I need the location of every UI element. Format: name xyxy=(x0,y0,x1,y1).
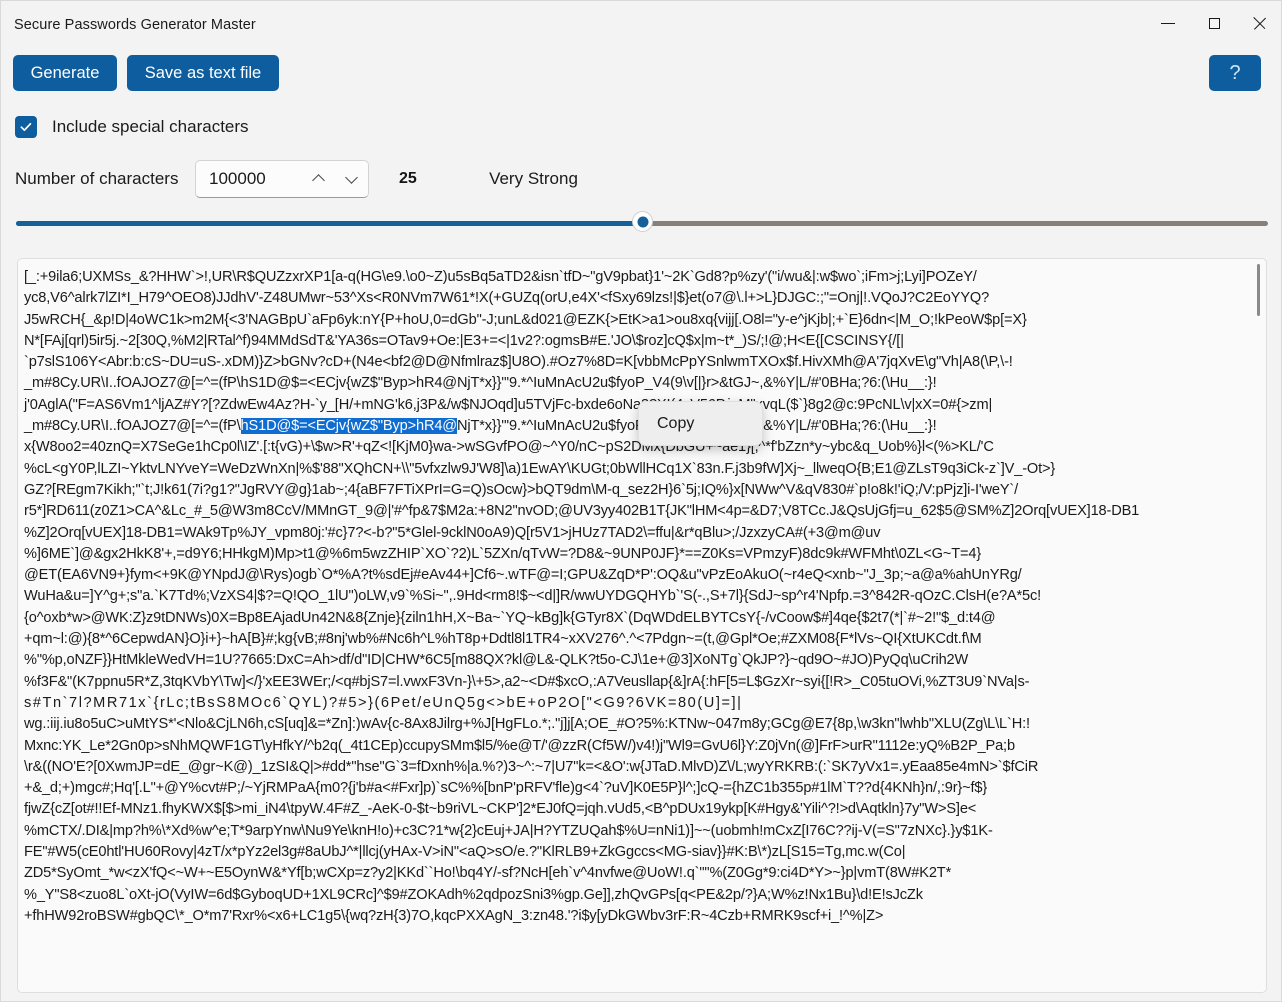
password-line: wg.:iij.iu8o5uC>uMtYS*'<Nlo&CjLN6h,cS[uq… xyxy=(24,716,1030,733)
slider-thumb[interactable] xyxy=(632,211,653,232)
password-line: +&_d;+)mgc#;Hq'[.L"+@Y%cvt#P;/~YjRMPaA{m… xyxy=(24,780,988,797)
window-title: Secure Passwords Generator Master xyxy=(14,17,256,33)
password-line: \r&((NO'E?[0XwmJP=dE_@gr~K@)_1zSI&Q|>#dd… xyxy=(24,758,1039,775)
password-line: fjwZ{cZ[ot#!!Ef-MNz1.fhyKWX$[$>mi_iN4\tp… xyxy=(24,801,977,818)
password-line: %mCTX/.DI&|mp?h%\*Xd%w^e;T*9arpYnw\Nu9Ye… xyxy=(24,822,993,839)
password-line: %f3F&"(K7ppnu5R*Z,3tqKVbY\Tw]</}'xEE3WEr… xyxy=(24,673,1030,690)
password-line: WuHa&u=]Y^g+;s"a.`K7Td%;VzXS4|$?=Q!QO_1l… xyxy=(24,588,1042,605)
checkmark-icon xyxy=(20,122,32,132)
number-of-characters-input[interactable]: 100000 xyxy=(209,169,302,189)
password-output-textbox[interactable]: [_:+9ila6;UXMSs_&?HHW`>!,UR\R$QUZzxrXP1[… xyxy=(17,258,1267,993)
close-icon xyxy=(1253,16,1267,30)
password-line: `p7slS106Y<Abr:b:cS~DU=uS-.xDM)}Z>bGNv?c… xyxy=(24,354,1013,371)
password-line: %"%p,oNZF}}HtMkleWedVH=1U?7665:DxC=Ah>df… xyxy=(24,652,969,669)
slider-fill xyxy=(16,221,642,226)
password-line: +fhHW92roBSW#gbQC\*_O*m7'Rxr%<x6+LC1g5\{… xyxy=(24,907,884,924)
number-of-characters-stepper[interactable]: 100000 xyxy=(195,160,369,198)
context-menu[interactable]: Copy xyxy=(638,401,763,446)
password-line: [_:+9ila6;UXMSs_&?HHW`>!,UR\R$QUZzxrXP1[… xyxy=(24,269,977,285)
password-line: N*[FAj[qrl)5ir5j.~2[30Q,%M2|RTal^f)94MMd… xyxy=(24,332,904,349)
minimize-button[interactable] xyxy=(1145,1,1191,45)
password-line: yc8,V6^alrk7lZI*I_H79^OEO8)JJdhV'-Z48UMw… xyxy=(24,290,990,307)
scrollbar-thumb[interactable] xyxy=(1257,264,1260,316)
chevron-up-icon xyxy=(313,173,325,185)
chevron-down-icon xyxy=(346,173,358,185)
include-special-characters-checkbox[interactable] xyxy=(15,116,37,138)
save-as-text-file-button[interactable]: Save as text file xyxy=(127,55,279,91)
password-line: Mxnc:YK_Le*2Gn0p>sNhMQWF1GT\yHfkY/^b2q(_… xyxy=(24,737,1015,754)
include-special-characters-row[interactable]: Include special characters xyxy=(15,115,249,139)
stepper-increment-button[interactable] xyxy=(302,162,335,196)
maximize-button[interactable] xyxy=(1191,1,1237,45)
password-line: %_Y"S8<zuo8L`oXt-jO(VyIW=6d$GyboqUD+1XL9… xyxy=(24,886,923,903)
password-line: ZD5*SyOmt_*w<zX'fQ<~W+~E5OynW&*Yf[b;wCXp… xyxy=(24,865,952,882)
window-controls xyxy=(1145,1,1281,45)
password-line: J5wRCH{_&p!D|4oWC1k>m2M{<3'NAGBpU`aFp6yk… xyxy=(24,311,1027,328)
password-strength-label: Very Strong xyxy=(489,169,578,188)
number-of-characters-label: Number of characters xyxy=(15,169,179,188)
help-button[interactable]: ? xyxy=(1209,55,1261,91)
context-menu-item-copy[interactable]: Copy xyxy=(657,415,694,433)
app-window: Secure Passwords Generator Master Genera… xyxy=(0,0,1282,1002)
password-line: s#Tn`7l?MR71x`{rLc;tBsS8MOc6`QYL)?#5>}(6… xyxy=(24,694,743,711)
generate-button[interactable]: Generate xyxy=(13,55,117,91)
title-bar: Secure Passwords Generator Master xyxy=(1,1,1281,47)
password-strength-indicator: Very Strong xyxy=(460,169,607,189)
password-line: %]6ME`]@&gx2HkK8'+,=d9Y6;HHkgM)Mp>t1@%6m… xyxy=(24,545,982,562)
character-count-value: 25 xyxy=(399,170,417,187)
length-slider[interactable] xyxy=(16,211,1268,235)
password-line: {o^oxb*w>@WK:Z}z9tDNWs)0X=Bp8EAjadUn42N&… xyxy=(24,609,996,626)
password-line: %cL<gY0P,lLZI~YktvLNYveY=WeDzWnXn|%$'88"… xyxy=(24,460,1056,477)
password-line: @ET(EA6VN9+}fym<+9K@YNpdJ@\Rys)ogb`O*%A?… xyxy=(24,567,1022,584)
password-line: GZ?[REgm7Kikh;"`t;J!k61(7i?g1?"JgRVY@g}1… xyxy=(24,481,1019,498)
password-line: _m#8Cy.UR\I..fOAJOZ7@[=^=(fP\hS1D@$=<ECj… xyxy=(24,375,937,392)
password-line: r5*]RD611(z0Z1>CA^&Lc_#_5@W3m8CcV/MMnGT_… xyxy=(24,503,1140,520)
close-button[interactable] xyxy=(1237,1,1281,45)
password-output-scrollbar[interactable] xyxy=(1254,262,1263,989)
maximize-icon xyxy=(1208,17,1220,29)
password-output-text[interactable]: [_:+9ila6;UXMSs_&?HHW`>!,UR\R$QUZzxrXP1[… xyxy=(18,259,1252,992)
selected-text[interactable]: hS1D@$=<ECjv{wZ$"Byp>hR4@ xyxy=(240,418,457,435)
include-special-characters-label: Include special characters xyxy=(52,117,249,136)
stepper-decrement-button[interactable] xyxy=(335,162,368,196)
minimize-icon xyxy=(1161,22,1175,24)
password-line: +qm~l:@){8*^6CepwdAN}O}i+}~hA[B}#;kg{vB;… xyxy=(24,631,982,648)
password-line: %Z]2Orq[vUEX]18-DB1=WAk9Tp%JY_vpm80j:'#c… xyxy=(24,524,881,541)
password-line: FE"#W5(cE0htl'HU60Rovy|4zT/x*pYz2el3g#8a… xyxy=(24,844,906,861)
